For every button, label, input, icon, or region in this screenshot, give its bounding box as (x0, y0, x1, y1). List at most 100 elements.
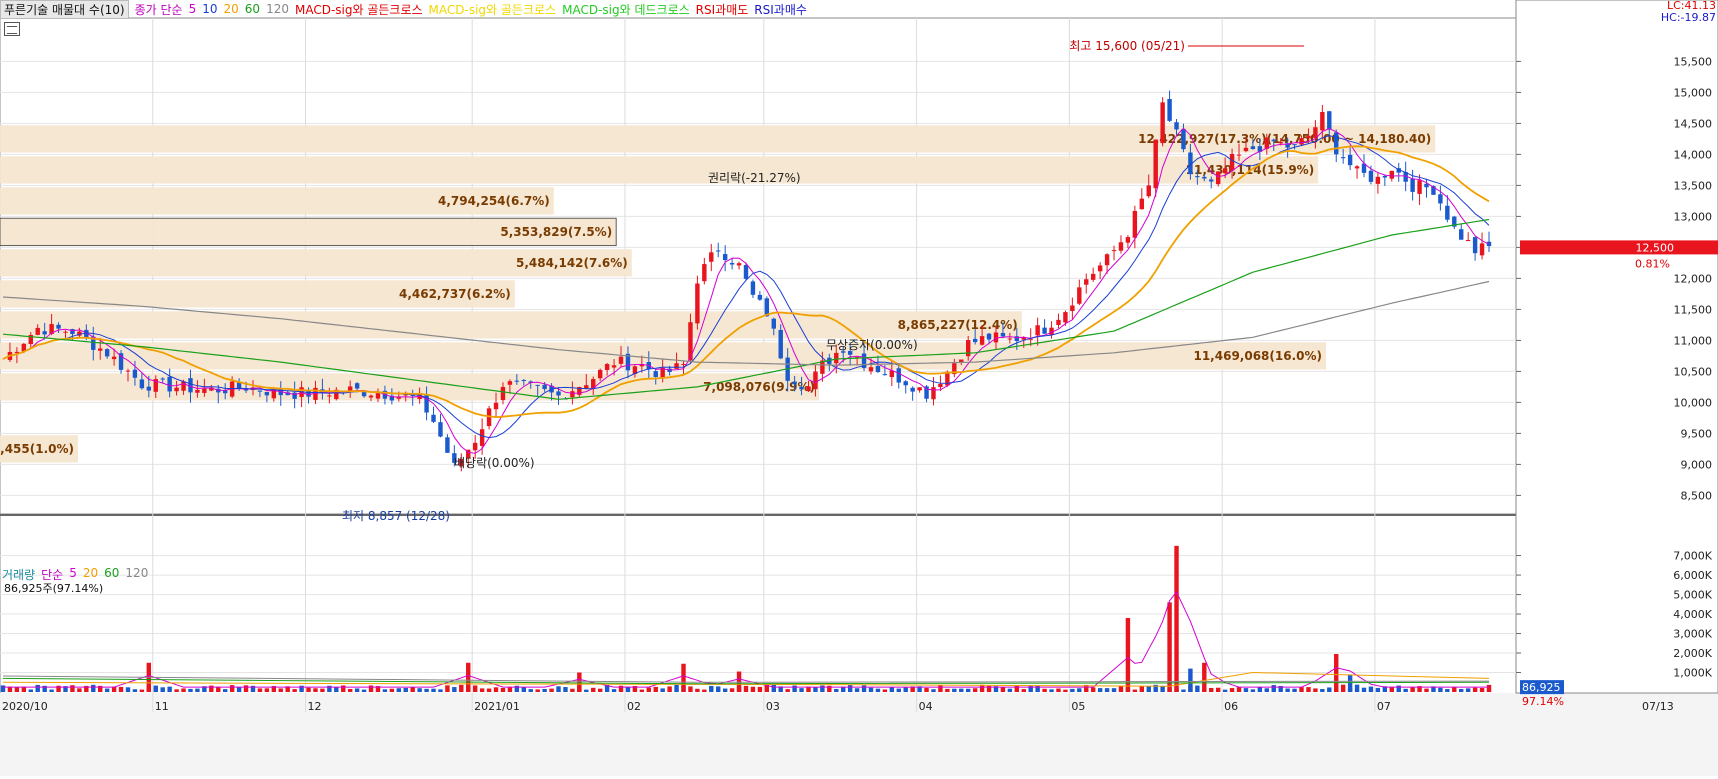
volume-bar (785, 689, 790, 692)
volume-bar (549, 688, 554, 692)
volume-bar (674, 685, 679, 692)
candle-body (1479, 243, 1485, 256)
volume-bar (1340, 684, 1346, 692)
volume-bar (493, 687, 499, 692)
volume-profile-label: 5,353,829(7.5%) (500, 225, 612, 239)
volume-bar (813, 687, 818, 692)
volume-bar (1104, 688, 1110, 692)
legend-signal-macd-golden-yellow: MACD-sig와 골든크로스 (428, 2, 557, 17)
volume-bar (771, 684, 776, 692)
candle-body (1222, 168, 1228, 174)
volume-bar (486, 688, 492, 692)
dividend-annotation: 배당락(0.00%) (454, 456, 535, 470)
volume-profile-band (0, 311, 1022, 339)
candle-body (618, 356, 624, 364)
candle-body (500, 386, 506, 401)
volume-bar (750, 686, 756, 692)
candle-body (1340, 157, 1346, 159)
volume-bar (979, 684, 985, 692)
candle-body (202, 388, 207, 393)
candle-body (1472, 237, 1478, 254)
volume-bar (847, 685, 853, 692)
candle-body (750, 281, 756, 295)
price-tick-label: 13,500 (1674, 179, 1713, 192)
candle-body (695, 283, 700, 324)
high-annotation: 최고 15,600 (05/21) (1069, 39, 1185, 53)
stock-chart[interactable]: 15,500 15,000 14,500 14,000 13,500 13,000 12,5… (0, 0, 1718, 776)
volume-bar (688, 686, 693, 692)
candle-body (125, 370, 131, 372)
candle-body (896, 368, 901, 383)
candle-body (709, 252, 714, 262)
x-tick-label: 2021/01 (474, 700, 520, 713)
candle-body (716, 250, 721, 252)
volume-bar (174, 689, 179, 692)
volume-bar (1215, 687, 1221, 692)
candle-body (507, 381, 513, 385)
x-tick-label: 05 (1071, 700, 1085, 713)
volume-bar-spike (1202, 662, 1207, 692)
bonus-issue-annotation: 무상증자(0.00%) (826, 338, 918, 352)
volume-bar (1438, 687, 1443, 692)
candle-body (1417, 180, 1422, 194)
volume-bar (1299, 687, 1304, 692)
candle-body (570, 391, 575, 398)
volume-bar (1042, 688, 1047, 692)
chart-canvas[interactable]: 15,500 15,000 14,500 14,000 13,500 13,000 12,5… (0, 0, 1718, 776)
volume-bar (1250, 689, 1256, 692)
volume-bar (1139, 686, 1145, 692)
candle-body (368, 395, 374, 398)
candle-body (729, 262, 735, 265)
price-tick-label: 10,500 (1674, 365, 1713, 378)
candle-body (1438, 194, 1443, 204)
candle-body (799, 386, 804, 390)
candle-body (1153, 139, 1158, 189)
volume-bar (104, 688, 110, 692)
volume-bar (500, 687, 506, 692)
volume-bar (139, 689, 145, 692)
volume-bar (903, 687, 908, 692)
price-tick-label: 9,500 (1681, 427, 1713, 440)
candle-body (1306, 135, 1311, 139)
candle-body (1215, 171, 1221, 185)
volume-bar (132, 689, 138, 692)
rights-annotation: 권리락(-21.27%) (708, 171, 801, 185)
price-tick-label: 11,500 (1674, 303, 1713, 316)
volume-bar (417, 688, 422, 692)
candle-body (431, 414, 436, 422)
volume-bar (1327, 687, 1332, 692)
candle-body (1070, 305, 1075, 312)
candle-body (1347, 154, 1353, 166)
volume-bar (1292, 688, 1297, 692)
x-tick-label: 03 (766, 700, 780, 713)
candle-body (979, 336, 985, 345)
volume-bar (424, 688, 429, 692)
candle-body (542, 384, 547, 390)
volume-profile-label: 683,455(1.0%) (0, 442, 74, 456)
volume-bar (556, 686, 561, 692)
candle-body (875, 365, 881, 372)
candle-body (1097, 265, 1103, 272)
price-tick-label: 14,500 (1674, 117, 1713, 130)
volume-bar (722, 688, 728, 692)
candle-body (1195, 176, 1200, 178)
legend-ma-120: 120 (266, 2, 289, 16)
chart-title-box[interactable]: 푸른기술 매물대 수(10) (0, 0, 129, 19)
x-axis-strip (0, 693, 1718, 776)
candle-body (604, 364, 610, 371)
volume-bar (695, 688, 700, 692)
candle-body (1327, 111, 1332, 130)
volume-bar-spike (1174, 545, 1179, 692)
volume-bar (1236, 687, 1242, 692)
volume-bar (1389, 687, 1394, 692)
x-tick-label: 2020/10 (2, 700, 48, 713)
current-price-label: 12,500 (1636, 241, 1675, 254)
candle-body (938, 383, 943, 388)
candle-body (1042, 327, 1047, 334)
volume-bar (938, 685, 943, 692)
volume-bar (160, 687, 165, 692)
volume-current: 86,925주(97.14%) (4, 582, 104, 595)
calendar-icon[interactable] (4, 22, 20, 36)
price-tick-label: 9,000 (1681, 458, 1713, 471)
volume-bar (1257, 687, 1263, 692)
